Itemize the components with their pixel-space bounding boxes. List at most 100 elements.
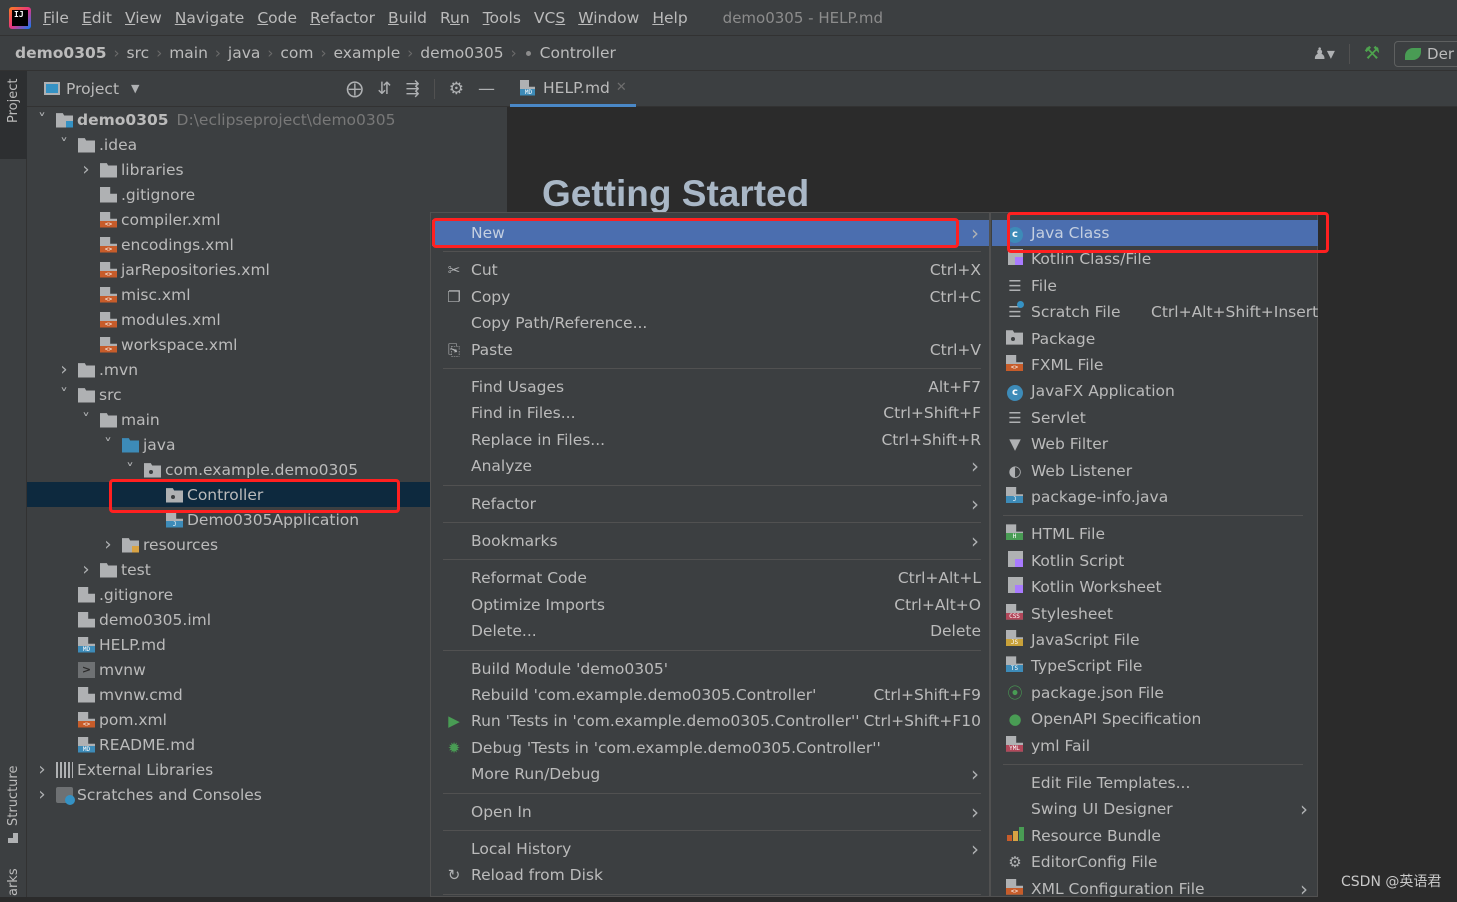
- project-tool-button[interactable]: Project: [0, 71, 27, 159]
- menu-code[interactable]: Code: [257, 9, 297, 27]
- tree-item[interactable]: <> misc.xml: [27, 282, 429, 307]
- menu-item-stylesheet[interactable]: CSS Stylesheet: [992, 601, 1318, 627]
- menu-item-find-usages[interactable]: Find Usages Alt+F7: [432, 374, 989, 400]
- tree-item[interactable]: ˅ java: [27, 432, 429, 457]
- menu-item-typescript-file[interactable]: TS TypeScript File: [992, 653, 1318, 679]
- menu-item-bookmarks[interactable]: Bookmarks ›: [432, 528, 989, 554]
- chevron-down-icon[interactable]: ˅: [35, 110, 49, 129]
- tree-item[interactable]: .gitignore: [27, 582, 429, 607]
- menu-item-cut[interactable]: ✂ Cut Ctrl+X: [432, 257, 989, 283]
- hide-icon[interactable]: —: [478, 79, 495, 99]
- menu-item-fxml-file[interactable]: <> FXML File: [992, 352, 1318, 378]
- tree-item[interactable]: › resources: [27, 532, 429, 557]
- tree-item[interactable]: MD README.md: [27, 732, 429, 757]
- tree-item[interactable]: <> pom.xml: [27, 707, 429, 732]
- menu-item-web-listener[interactable]: ◐ Web Listener: [992, 458, 1318, 484]
- tree-item[interactable]: › libraries: [27, 157, 429, 182]
- menu-item-rebuild-com-example-demo0305-controller[interactable]: Rebuild 'com.example.demo0305.Controller…: [432, 682, 989, 708]
- locate-icon[interactable]: ⨁: [346, 79, 363, 99]
- menu-item-xml-configuration-file[interactable]: <> XML Configuration File ›: [992, 876, 1318, 902]
- tree-item[interactable]: › Scratches and Consoles: [27, 782, 429, 807]
- menu-view[interactable]: View: [125, 9, 162, 27]
- chevron-down-icon[interactable]: ˅: [79, 410, 93, 429]
- menu-item-local-history[interactable]: Local History ›: [432, 836, 989, 862]
- menu-item-new[interactable]: New ›: [432, 220, 989, 246]
- menu-item-html-file[interactable]: H HTML File: [992, 521, 1318, 547]
- menu-item-kotlin-class-file[interactable]: Kotlin Class/File: [992, 246, 1318, 272]
- tree-item[interactable]: ˅ com.example.demo0305: [27, 457, 429, 482]
- tree-item[interactable]: MD HELP.md: [27, 632, 429, 657]
- menu-item-kotlin-script[interactable]: Kotlin Script: [992, 548, 1318, 574]
- menu-item-servlet[interactable]: ☰ Servlet: [992, 405, 1318, 431]
- tree-item[interactable]: ˅ .idea: [27, 132, 429, 157]
- menu-item-paste[interactable]: ⎘ Paste Ctrl+V: [432, 337, 989, 363]
- breadcrumb-item[interactable]: example: [334, 44, 401, 62]
- project-view-title[interactable]: Project: [66, 80, 119, 98]
- build-hammer-icon[interactable]: ⚒: [1364, 43, 1380, 64]
- expand-all-icon[interactable]: ⇵: [377, 79, 391, 99]
- tree-item[interactable]: ˅ src: [27, 382, 429, 407]
- breadcrumb-item[interactable]: Controller: [540, 44, 616, 62]
- menu-item-more-run-debug[interactable]: More Run/Debug ›: [432, 761, 989, 787]
- breadcrumb-item[interactable]: com: [280, 44, 313, 62]
- chevron-down-icon[interactable]: ˅: [57, 385, 71, 404]
- chevron-down-icon[interactable]: ˅: [101, 435, 115, 454]
- menu-item-build-module-demo0305[interactable]: Build Module 'demo0305': [432, 656, 989, 682]
- menu-item-kotlin-worksheet[interactable]: Kotlin Worksheet: [992, 574, 1318, 600]
- menu-item-copy-path-reference[interactable]: Copy Path/Reference...: [432, 310, 989, 336]
- chevron-down-icon[interactable]: ˅: [57, 135, 71, 154]
- breadcrumb-item[interactable]: demo0305: [15, 44, 107, 62]
- menu-item-analyze[interactable]: Analyze ›: [432, 453, 989, 479]
- tree-item[interactable]: Controller: [27, 482, 430, 507]
- chevron-down-icon[interactable]: ▼: [131, 82, 139, 95]
- menu-window[interactable]: Window: [578, 9, 639, 27]
- breadcrumb-item[interactable]: java: [228, 44, 260, 62]
- tree-item[interactable]: <> compiler.xml: [27, 207, 429, 232]
- menu-item-package-json-file[interactable]: ⦿ package.json File: [992, 680, 1318, 706]
- bookmarks-tool-button[interactable]: arks: [0, 866, 27, 897]
- menu-item-edit-file-templates[interactable]: Edit File Templates...: [992, 770, 1318, 796]
- gear-icon[interactable]: ⚙: [449, 79, 464, 99]
- tree-item[interactable]: <> jarRepositories.xml: [27, 257, 429, 282]
- chevron-right-icon[interactable]: ›: [35, 784, 49, 805]
- user-dropdown-icon[interactable]: ♟▾: [1313, 44, 1335, 63]
- menu-item-javascript-file[interactable]: JS JavaScript File: [992, 627, 1318, 653]
- chevron-right-icon[interactable]: ›: [35, 759, 49, 780]
- menu-item-optimize-imports[interactable]: Optimize Imports Ctrl+Alt+O: [432, 592, 989, 618]
- menu-run[interactable]: Run: [440, 9, 470, 27]
- menu-item-resource-bundle[interactable]: Resource Bundle: [992, 823, 1318, 849]
- tree-item[interactable]: › test: [27, 557, 429, 582]
- menu-build[interactable]: Build: [388, 9, 427, 27]
- tree-item[interactable]: › .mvn: [27, 357, 429, 382]
- menu-item-find-in-files[interactable]: Find in Files... Ctrl+Shift+F: [432, 400, 989, 426]
- chevron-right-icon[interactable]: ›: [101, 534, 115, 555]
- run-configuration-select[interactable]: Der: [1394, 40, 1457, 67]
- menu-item-refactor[interactable]: Refactor ›: [432, 491, 989, 517]
- menu-item-debug-tests-in-com-example-demo0305-controller[interactable]: ✹ Debug 'Tests in 'com.example.demo0305.C…: [432, 735, 989, 761]
- menu-item-yml-fail[interactable]: YML yml Fail: [992, 733, 1318, 759]
- menu-file[interactable]: File: [43, 9, 69, 27]
- breadcrumb-item[interactable]: demo0305: [420, 44, 503, 62]
- menu-item-package[interactable]: Package: [992, 326, 1318, 352]
- menu-item-reload-from-disk[interactable]: ↻ Reload from Disk: [432, 862, 989, 888]
- menu-item-web-filter[interactable]: ▼ Web Filter: [992, 431, 1318, 457]
- collapse-all-icon[interactable]: ⇶: [406, 79, 420, 99]
- menu-help[interactable]: Help: [652, 9, 687, 27]
- tab-help-md[interactable]: MD HELP.md ✕: [510, 71, 636, 107]
- breadcrumb-item[interactable]: src: [127, 44, 150, 62]
- menu-vcs[interactable]: VCS: [534, 9, 565, 27]
- menu-item-open-in[interactable]: Open In ›: [432, 799, 989, 825]
- chevron-right-icon[interactable]: ›: [79, 159, 93, 180]
- chevron-right-icon[interactable]: ›: [57, 359, 71, 380]
- menu-item-copy[interactable]: ❐ Copy Ctrl+C: [432, 284, 989, 310]
- menu-navigate[interactable]: Navigate: [175, 9, 245, 27]
- menu-item-javafx-application[interactable]: c JavaFX Application: [992, 378, 1318, 404]
- tree-item[interactable]: > mvnw: [27, 657, 429, 682]
- chevron-right-icon[interactable]: ›: [79, 559, 93, 580]
- tree-item[interactable]: mvnw.cmd: [27, 682, 429, 707]
- structure-tool-button[interactable]: Structure: [0, 761, 27, 851]
- tree-item[interactable]: <> modules.xml: [27, 307, 429, 332]
- menu-item-file[interactable]: ☰ File: [992, 273, 1318, 299]
- menu-tools[interactable]: Tools: [483, 9, 521, 27]
- menu-refactor[interactable]: Refactor: [310, 9, 375, 27]
